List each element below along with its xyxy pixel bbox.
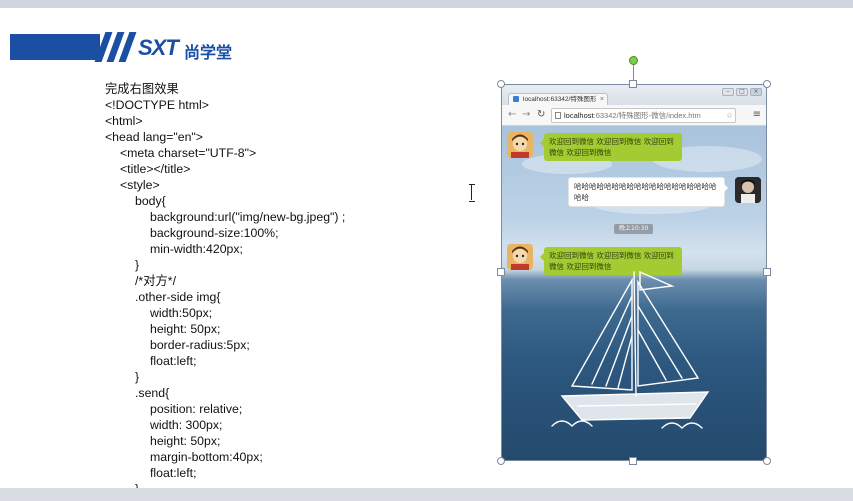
code-line: .send{: [135, 386, 170, 400]
code-line: <meta charset="UTF-8">: [120, 146, 257, 160]
rotation-line: [633, 64, 634, 81]
window-top-strip: [0, 0, 853, 8]
code-line: <style>: [120, 178, 160, 192]
resize-handle-top[interactable]: [629, 80, 637, 88]
header-bar: [10, 34, 100, 60]
code-line: <title></title>: [120, 162, 191, 176]
selection-frame: [501, 84, 767, 461]
code-line: }: [105, 481, 345, 488]
resize-handle-top-left[interactable]: [497, 80, 505, 88]
window-bottom-strip: [0, 488, 853, 501]
resize-handle-bottom-left[interactable]: [497, 457, 505, 465]
resize-handle-bottom-right[interactable]: [763, 457, 771, 465]
code-line: float:left;: [150, 466, 197, 480]
code-line: width:50px;: [150, 306, 213, 320]
code-line: <!DOCTYPE html>: [105, 98, 209, 112]
code-line: height: 50px;: [150, 434, 221, 448]
code-line: position: relative;: [150, 402, 243, 416]
code-line: }: [135, 258, 140, 272]
text-cursor-icon: [469, 184, 475, 202]
code-line: border-radius:5px;: [150, 338, 250, 352]
code-line: background:url("img/new-bg.jpeg") ;: [150, 210, 346, 224]
code-line: margin-bottom:40px;: [150, 450, 263, 464]
code-listing: 完成右图效果 <!DOCTYPE html> <html> <head lang="e…: [105, 81, 345, 488]
code-line: 完成右图效果: [105, 82, 179, 96]
code-line: .other-side img{: [135, 290, 221, 304]
rotate-handle[interactable]: [629, 56, 638, 65]
code-line: <html>: [105, 114, 143, 128]
code-line: min-width:420px;: [150, 242, 243, 256]
code-line: }: [135, 370, 140, 384]
resize-handle-left[interactable]: [497, 268, 505, 276]
code-line: background-size:100%;: [150, 226, 279, 240]
code-line: body{: [135, 194, 166, 208]
resize-handle-top-right[interactable]: [763, 80, 771, 88]
logo-chinese: 尚学堂: [184, 43, 233, 62]
logo-sxt: SXT: [138, 35, 179, 60]
resize-handle-right[interactable]: [763, 268, 771, 276]
code-line: height: 50px;: [150, 322, 221, 336]
resize-handle-bottom[interactable]: [629, 457, 637, 465]
code-line: /*对方*/: [135, 274, 176, 288]
code-line: float:left;: [150, 354, 197, 368]
code-line: <head lang="en">: [105, 130, 203, 144]
code-line: width: 300px;: [150, 418, 223, 432]
